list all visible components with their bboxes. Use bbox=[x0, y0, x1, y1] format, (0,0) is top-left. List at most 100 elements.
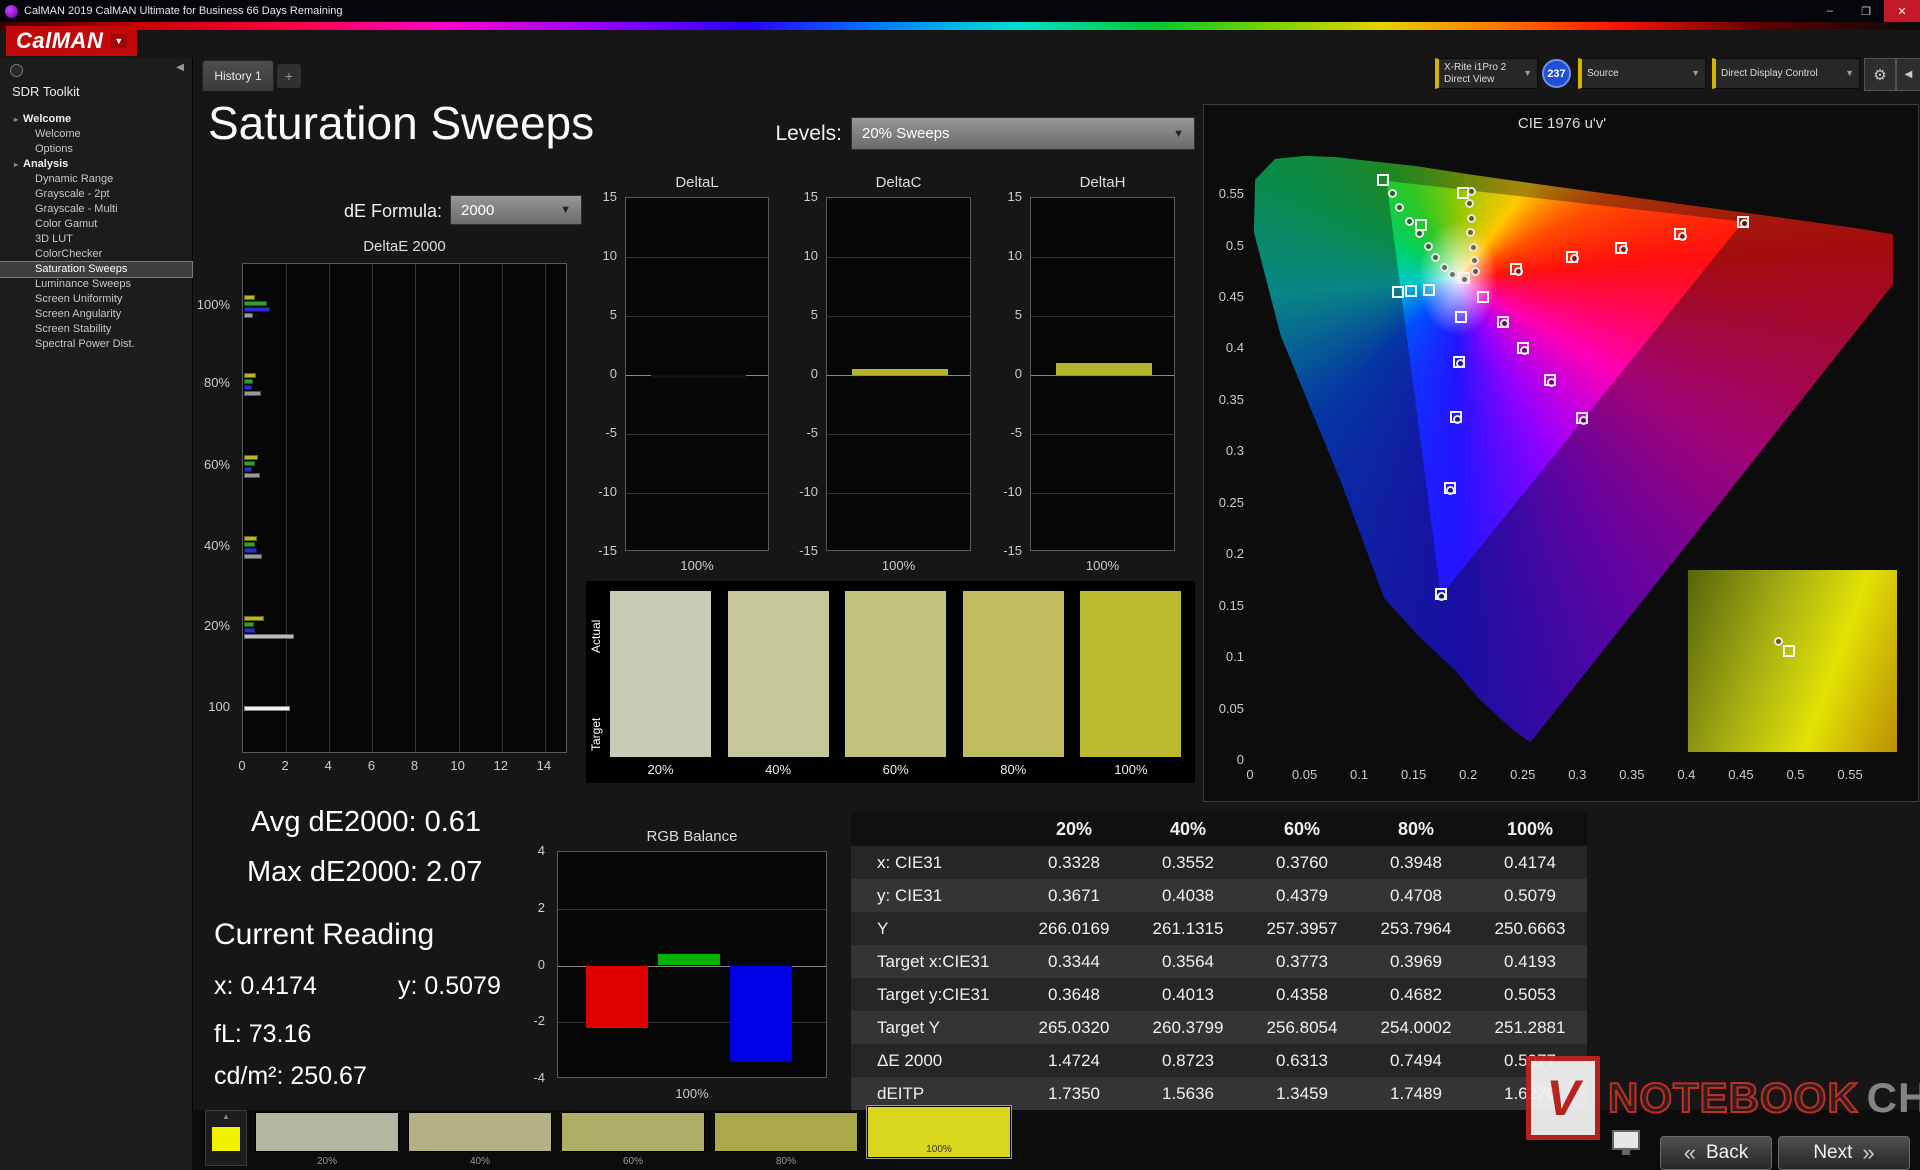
swatch-column-40%: 40% bbox=[727, 591, 829, 777]
levels-dropdown[interactable]: 20% Sweeps ▼ bbox=[851, 117, 1195, 150]
table-cell: 0.8723 bbox=[1162, 1050, 1214, 1070]
sidebar-item-3d-lut[interactable]: 3D LUT bbox=[0, 232, 192, 247]
cie-target-marker bbox=[1454, 310, 1467, 323]
axis-tick-label: -5 bbox=[605, 425, 617, 440]
expander-icon: ▸ bbox=[14, 160, 19, 169]
axis-tick-label: 0.4 bbox=[1225, 340, 1244, 356]
rgb-bar-green bbox=[658, 954, 720, 966]
axis-tick-label: 5 bbox=[810, 307, 818, 322]
gridline bbox=[329, 264, 331, 752]
table-row: ΔE 2000 1.4724 0.8723 0.6313 0.7494 0.5977 bbox=[851, 1044, 1587, 1077]
sidebar-collapse-button[interactable]: ◀ bbox=[176, 62, 184, 73]
source-dropdown[interactable]: Source ▼ bbox=[1578, 58, 1706, 89]
rgb-bar-red bbox=[586, 965, 648, 1028]
settings-button[interactable]: ⚙ bbox=[1864, 58, 1896, 91]
bottom-swatch-40%[interactable]: 40% bbox=[408, 1112, 552, 1167]
back-button[interactable]: « Back bbox=[1660, 1136, 1772, 1170]
gridline bbox=[827, 375, 970, 376]
bottom-swatch-label: 80% bbox=[775, 1156, 796, 1167]
inset-target-marker bbox=[1783, 645, 1795, 657]
sidebar-item-spectral-power-dist-[interactable]: Spectral Power Dist. bbox=[0, 337, 192, 352]
swatch-label: 20% bbox=[647, 762, 674, 777]
deltae-bar bbox=[244, 541, 255, 547]
sidebar-radio-icon[interactable] bbox=[10, 64, 23, 77]
sidebar-item-saturation-sweeps[interactable]: Saturation Sweeps bbox=[0, 261, 193, 278]
axis-tick-label: 10 bbox=[450, 758, 465, 773]
axis-tick-label: 0.45 bbox=[1728, 767, 1754, 782]
de-formula-value: 2000 bbox=[461, 201, 495, 219]
cie-measured-marker bbox=[1423, 241, 1433, 251]
axis-tick-label: 0 bbox=[238, 758, 246, 773]
deltae-bar bbox=[244, 390, 262, 396]
sidebar-item-screen-angularity[interactable]: Screen Angularity bbox=[0, 307, 192, 322]
actual-label: Actual bbox=[589, 619, 603, 653]
expander-icon: ▸ bbox=[14, 115, 19, 124]
bottom-swatch-100%[interactable]: 100% bbox=[867, 1106, 1011, 1158]
meter-count-badge[interactable]: 237 bbox=[1542, 59, 1571, 88]
sidebar-section-analysis[interactable]: ▸ Analysis bbox=[0, 157, 192, 172]
current-x: x: 0.4174 bbox=[214, 972, 317, 1000]
table-cell: 1.6270 bbox=[1504, 1083, 1556, 1103]
gridline bbox=[1031, 434, 1174, 435]
swatch-label: 100% bbox=[1114, 762, 1148, 777]
bottom-swatch-80%[interactable]: 80% bbox=[714, 1112, 858, 1167]
display-icon[interactable] bbox=[1612, 1130, 1640, 1155]
sidebar-section-welcome[interactable]: ▸ Welcome bbox=[0, 112, 192, 127]
axis-tick-label: 0.5 bbox=[1225, 237, 1244, 253]
next-button[interactable]: Next » bbox=[1778, 1136, 1910, 1170]
table-cell: 0.3564 bbox=[1162, 951, 1214, 971]
table-cell: 0.4174 bbox=[1504, 852, 1556, 872]
row-label: Y bbox=[877, 918, 889, 938]
table-cell: 257.3957 bbox=[1266, 918, 1338, 938]
minimize-button[interactable]: – bbox=[1812, 0, 1848, 22]
table-row: Target x:CIE31 0.3344 0.3564 0.3773 0.3969 0.… bbox=[851, 945, 1587, 978]
de-formula-dropdown[interactable]: 2000 ▼ bbox=[450, 195, 582, 225]
table-row: Y 266.0169 261.1315 257.3957 253.7964 250.666… bbox=[851, 912, 1587, 945]
deltaC-bar bbox=[852, 369, 948, 375]
chevron-down-icon: ▼ bbox=[560, 204, 571, 216]
table-cell: 0.3648 bbox=[1048, 984, 1100, 1004]
row-label: dEITP bbox=[877, 1083, 925, 1103]
sidebar-item-welcome[interactable]: Welcome bbox=[0, 127, 192, 142]
collapse-panel-button[interactable]: ◀ bbox=[1896, 58, 1920, 91]
sidebar-item-grayscale-2pt[interactable]: Grayscale - 2pt bbox=[0, 187, 192, 202]
deltae-bar bbox=[244, 705, 291, 711]
gridline bbox=[458, 264, 460, 752]
sidebar-item-screen-stability[interactable]: Screen Stability bbox=[0, 322, 192, 337]
tab-history-1[interactable]: History 1 bbox=[202, 60, 274, 91]
current-reading-label: Current Reading bbox=[214, 918, 435, 951]
add-tab-button[interactable]: + bbox=[277, 64, 301, 88]
patch-preview-panel[interactable]: ▲ bbox=[205, 1110, 247, 1166]
table-cell: 251.2881 bbox=[1494, 1017, 1566, 1037]
table-cell: 0.7494 bbox=[1390, 1050, 1442, 1070]
gridline bbox=[1031, 493, 1174, 494]
gridline bbox=[544, 264, 546, 752]
max-de2000: Max dE2000: 2.07 bbox=[247, 856, 483, 888]
sidebar-item-options[interactable]: Options bbox=[0, 142, 192, 157]
bottom-swatch-20%[interactable]: 20% bbox=[255, 1112, 399, 1167]
table-cell: 0.3773 bbox=[1276, 951, 1328, 971]
sidebar-item-color-gamut[interactable]: Color Gamut bbox=[0, 217, 192, 232]
table-cell: 0.4193 bbox=[1504, 951, 1556, 971]
close-button[interactable]: ✕ bbox=[1884, 0, 1920, 22]
table-cell: 0.5079 bbox=[1504, 885, 1556, 905]
current-cdm2: cd/m²: 250.67 bbox=[214, 1062, 367, 1090]
sidebar-item-screen-uniformity[interactable]: Screen Uniformity bbox=[0, 292, 192, 307]
cie-measured-marker bbox=[1678, 231, 1688, 241]
cie-measured-marker bbox=[1469, 255, 1479, 265]
back-label: Back bbox=[1706, 1142, 1749, 1163]
calman-logo[interactable]: CalMAN ▼ bbox=[6, 26, 137, 56]
swatch-color bbox=[962, 591, 1064, 757]
maximize-button[interactable]: ❐ bbox=[1848, 0, 1884, 22]
sidebar-item-grayscale-multi[interactable]: Grayscale - Multi bbox=[0, 202, 192, 217]
sidebar-item-colorchecker[interactable]: ColorChecker bbox=[0, 247, 192, 262]
display-control-label: Direct Display Control bbox=[1721, 67, 1818, 79]
app-icon bbox=[5, 4, 18, 18]
meter-dropdown[interactable]: X-Rite i1Pro 2 Direct View ▼ bbox=[1435, 58, 1538, 89]
display-control-dropdown[interactable]: Direct Display Control ▼ bbox=[1712, 58, 1860, 89]
deltac-chart bbox=[826, 197, 971, 551]
sidebar-item-dynamic-range[interactable]: Dynamic Range bbox=[0, 172, 192, 187]
bottom-swatch-label: 20% bbox=[316, 1156, 337, 1167]
bottom-swatch-60%[interactable]: 60% bbox=[561, 1112, 705, 1167]
sidebar-item-luminance-sweeps[interactable]: Luminance Sweeps bbox=[0, 277, 192, 292]
